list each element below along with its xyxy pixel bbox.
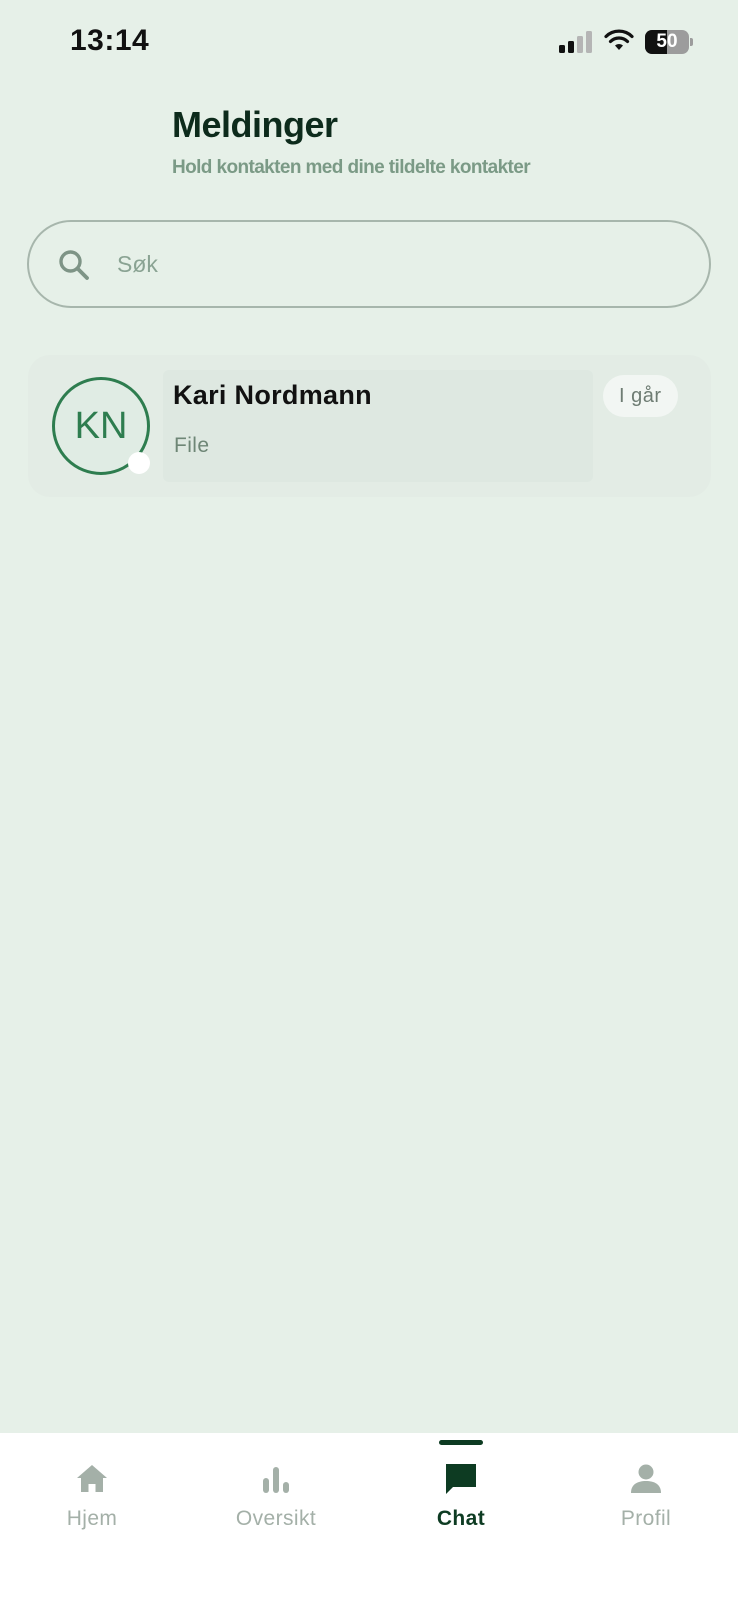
search-bar[interactable] [27, 220, 711, 308]
battery-level: 50 [656, 31, 678, 52]
presence-indicator [128, 452, 150, 474]
nav-label-oversikt: Oversikt [235, 1507, 317, 1530]
nav-item-chat[interactable]: Chat [369, 1433, 553, 1563]
status-time: 13:14 [70, 24, 150, 57]
battery-icon: 50 [645, 30, 693, 54]
search-icon [59, 250, 89, 280]
nav-label-chat: Chat [436, 1507, 486, 1530]
last-message-preview: File [174, 434, 210, 457]
message-time-badge: I går [603, 375, 678, 417]
page-title: Meldinger [172, 104, 338, 145]
nav-label-hjem: Hjem [66, 1507, 118, 1530]
bottom-navigation: Hjem Oversikt Chat Profil [0, 1433, 738, 1600]
nav-item-oversikt[interactable]: Oversikt [184, 1433, 368, 1563]
bar-chart-icon [263, 1467, 289, 1493]
nav-item-hjem[interactable]: Hjem [0, 1433, 184, 1563]
home-icon [77, 1465, 107, 1492]
person-icon [631, 1464, 661, 1493]
page-subtitle: Hold kontakten med dine tildelte kontakt… [172, 157, 531, 178]
search-input[interactable] [117, 242, 677, 286]
wifi-icon [604, 29, 634, 50]
conversation-item[interactable]: KN Kari Nordmann File I går [28, 355, 711, 497]
signal-icon [559, 31, 592, 53]
nav-label-profil: Profil [620, 1507, 672, 1530]
contact-name: Kari Nordmann [173, 380, 372, 410]
chat-icon [446, 1464, 476, 1494]
status-bar: 13:14 50 [0, 0, 738, 86]
nav-item-profil[interactable]: Profil [554, 1433, 738, 1563]
